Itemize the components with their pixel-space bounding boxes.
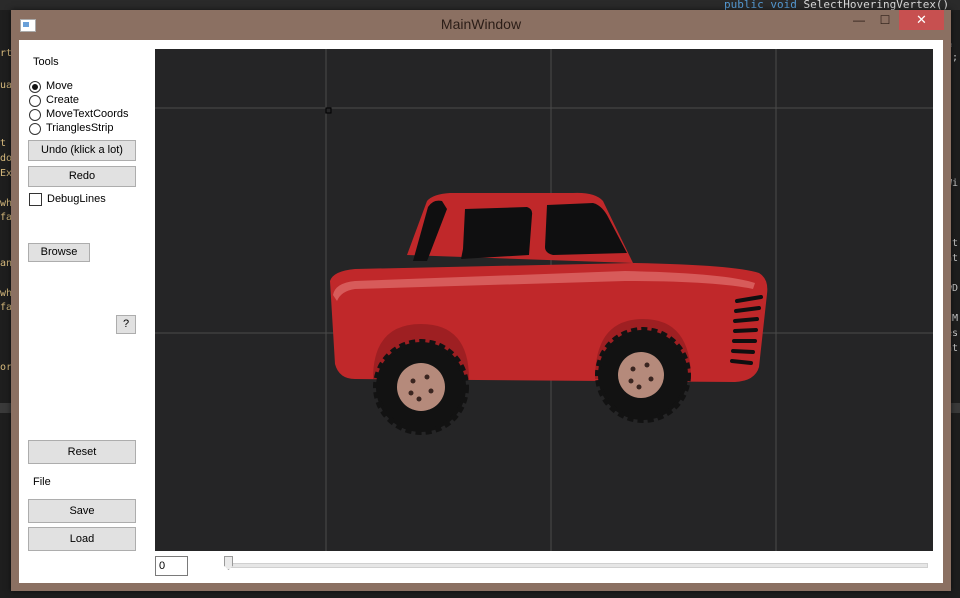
- browse-button[interactable]: Browse: [28, 243, 90, 262]
- redo-button[interactable]: Redo: [28, 166, 136, 187]
- frame-number-input[interactable]: 0: [155, 556, 188, 576]
- maximize-button[interactable]: ☐: [872, 10, 898, 30]
- checkbox-icon: [29, 193, 42, 206]
- radio-button-icon: [29, 123, 41, 135]
- editor-canvas[interactable]: [155, 49, 933, 551]
- selected-vertex-handle[interactable]: [325, 107, 332, 114]
- save-button[interactable]: Save: [28, 499, 136, 523]
- car-wheel-rear: [595, 327, 691, 423]
- radio-label: MoveTextCoords: [46, 108, 129, 120]
- radio-label: TrianglesStrip: [46, 122, 114, 134]
- radio-button-icon: [29, 109, 41, 121]
- help-button[interactable]: ?: [116, 315, 136, 334]
- undo-button[interactable]: Undo (klick a lot): [28, 140, 136, 161]
- tools-heading: Tools: [33, 56, 59, 68]
- code-fragment: t: [0, 138, 7, 149]
- timeline-slider-track[interactable]: [226, 563, 928, 568]
- radio-button-icon: [29, 81, 41, 93]
- window-title: MainWindow: [440, 16, 522, 32]
- radio-label: Create: [46, 94, 80, 106]
- minimize-button[interactable]: —: [846, 10, 872, 30]
- debuglines-checkbox[interactable]: DebugLines: [29, 193, 149, 207]
- client-area: Tools Move Create MoveTextCoords Triangl…: [19, 40, 943, 583]
- canvas-svg: [155, 49, 933, 551]
- title-bar[interactable]: MainWindow — ☐ ✕: [11, 10, 951, 40]
- car-window-middle: [461, 207, 533, 259]
- reset-button[interactable]: Reset: [28, 440, 136, 464]
- load-button[interactable]: Load: [28, 527, 136, 551]
- radio-button-icon: [29, 95, 41, 107]
- checkbox-label: DebugLines: [47, 193, 106, 205]
- radio-label: Move: [46, 80, 73, 92]
- car-wheel-front: [373, 339, 469, 435]
- car-sprite[interactable]: [330, 192, 768, 435]
- close-button[interactable]: ✕: [899, 10, 944, 30]
- file-heading: File: [33, 476, 51, 488]
- main-window: MainWindow — ☐ ✕ Tools Move Create MoveT…: [11, 10, 951, 591]
